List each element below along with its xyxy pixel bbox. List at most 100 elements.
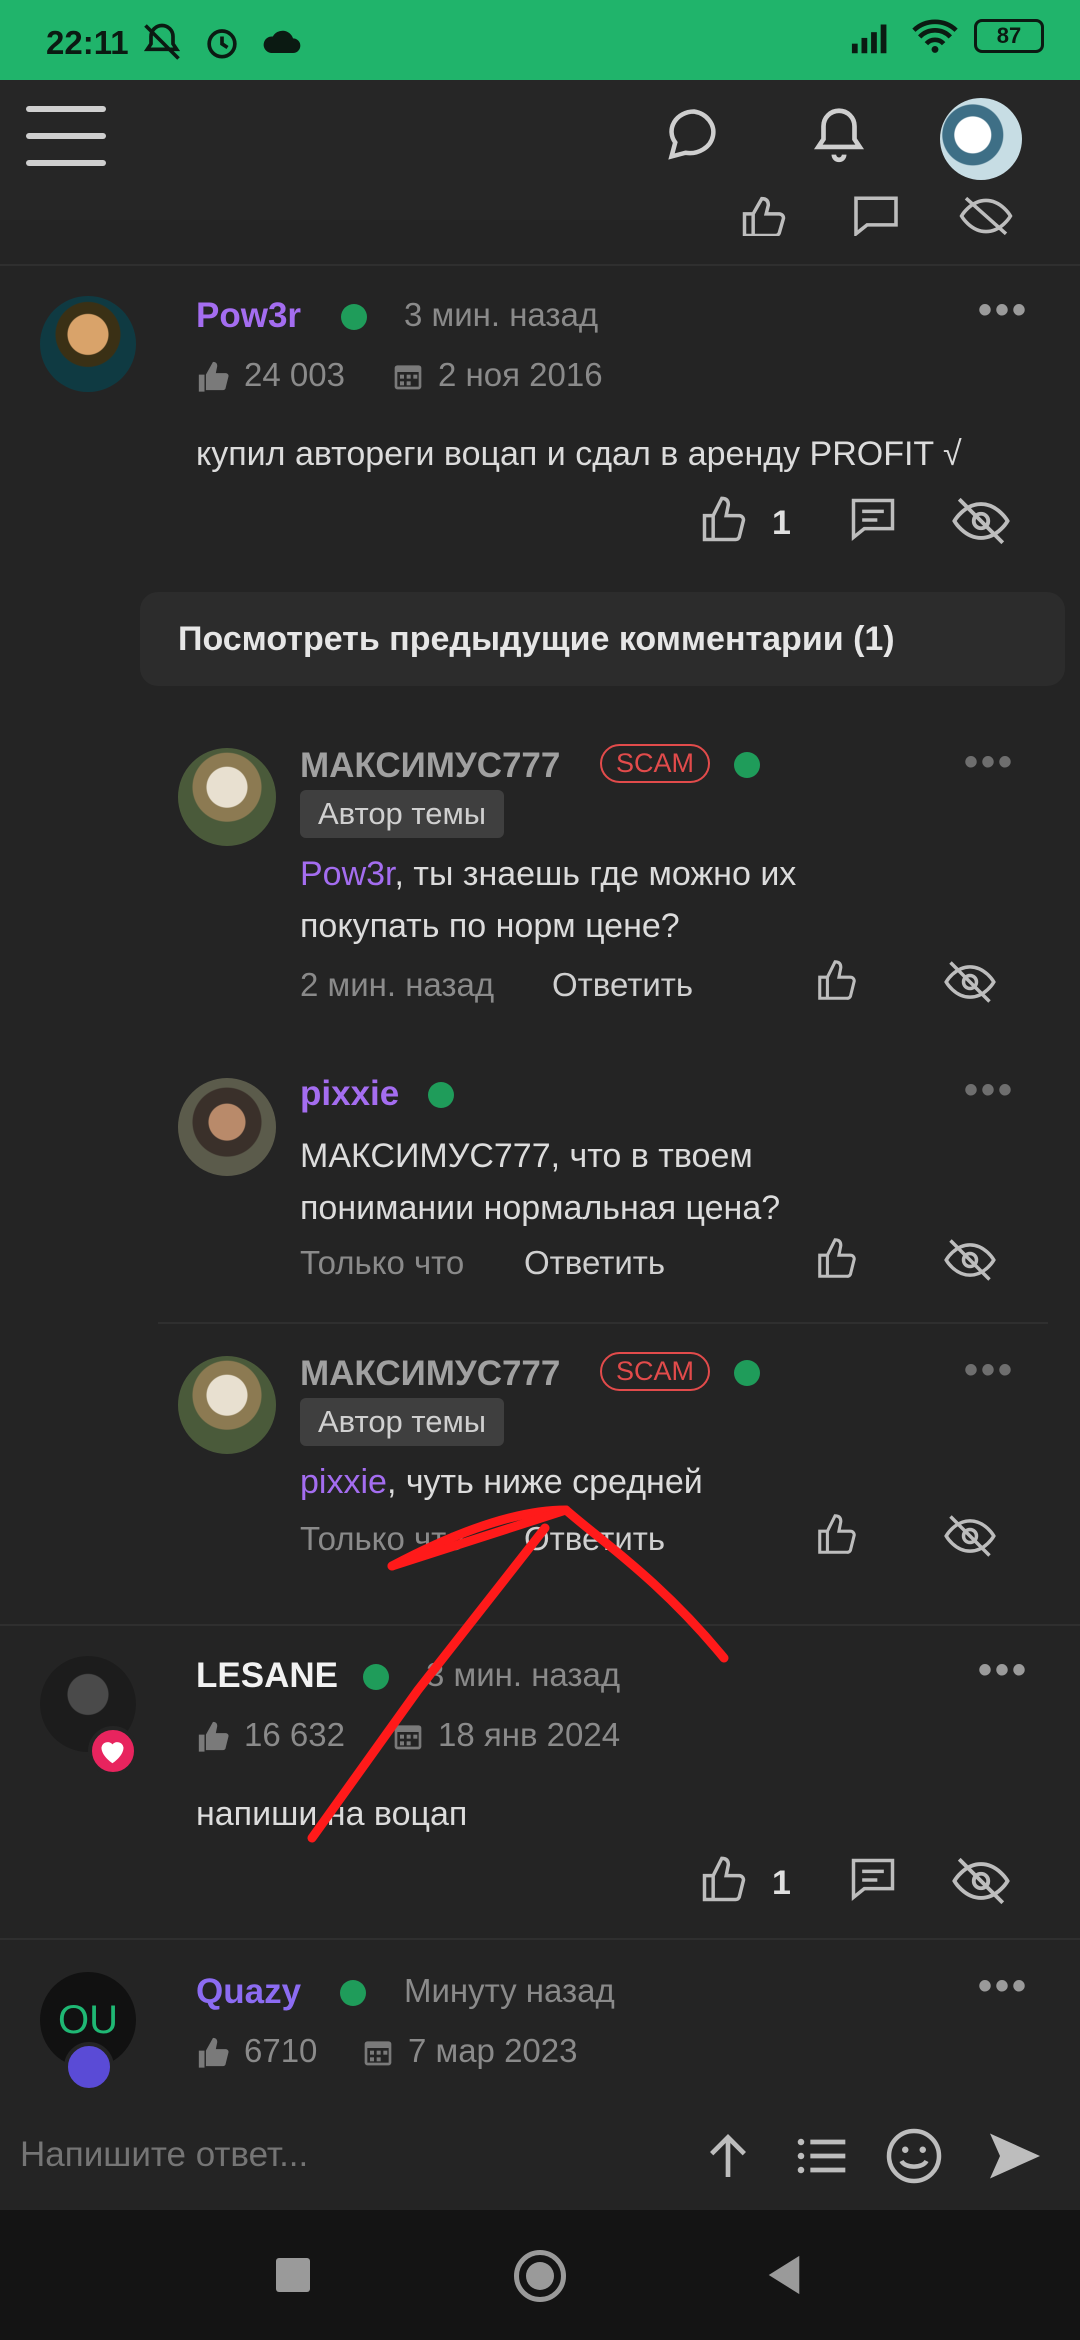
likes-icon	[198, 1721, 229, 1752]
post-time: 3 мин. назад	[426, 1656, 621, 1693]
online-indicator	[341, 304, 367, 330]
comment-icon[interactable]	[846, 494, 900, 546]
recents-button[interactable]	[276, 2258, 310, 2292]
like-icon[interactable]	[814, 1512, 860, 1558]
post: Pow3r 3 мин. назад ••• 24 003 2 ноя 2016…	[0, 266, 1080, 596]
likes-icon	[198, 2037, 229, 2068]
hide-icon[interactable]	[944, 1238, 996, 1282]
bell-icon[interactable]	[808, 102, 870, 166]
user-avatar[interactable]	[178, 748, 276, 846]
hide-icon[interactable]	[944, 960, 996, 1004]
app-bar	[0, 80, 1080, 220]
like-icon[interactable]	[814, 958, 860, 1004]
like-icon[interactable]	[698, 494, 750, 546]
divider	[158, 1322, 1048, 1324]
likes-count: 16 632	[244, 1716, 345, 1753]
more-options-button[interactable]: •••	[978, 1964, 1029, 2009]
cloud-icon	[263, 30, 301, 53]
hide-icon[interactable]	[952, 496, 1010, 546]
post-text: напиши на воцап	[196, 1795, 468, 1833]
post: OU Quazy Минуту назад ••• 6710 7 мар 202…	[0, 1942, 1080, 2100]
like-count: 1	[772, 1864, 791, 1902]
view-previous-comments-button[interactable]: Посмотреть предыдущие комментарии (1)	[140, 592, 1065, 686]
calendar-icon	[364, 2041, 392, 2066]
battery-indicator: 87	[974, 19, 1044, 53]
comment-icon[interactable]	[848, 196, 904, 236]
status-time: 22:11	[46, 24, 129, 61]
ethereum-badge-icon	[64, 2042, 114, 2092]
comment-text: понимании нормальная цена?	[300, 1189, 781, 1227]
arrow-up-icon[interactable]	[700, 2128, 756, 2184]
username[interactable]: Quazy	[196, 1972, 301, 2012]
comment-time: Только что	[300, 1244, 465, 1281]
comment-time: Только что	[300, 1520, 465, 1557]
reply-button[interactable]: Ответить	[524, 1244, 665, 1282]
scam-badge: SCAM	[600, 1352, 711, 1391]
likes-count: 24 003	[244, 356, 345, 393]
like-icon[interactable]	[698, 1854, 750, 1906]
username[interactable]: LESANE	[196, 1656, 338, 1696]
more-options-button[interactable]: •••	[978, 288, 1029, 333]
user-avatar[interactable]	[178, 1356, 276, 1454]
muted-bell-icon	[143, 23, 181, 60]
more-options-button[interactable]: •••	[978, 1648, 1029, 1693]
online-indicator	[340, 1980, 366, 2006]
like-icon[interactable]	[814, 1236, 860, 1282]
reply-input[interactable]	[20, 2120, 660, 2190]
registration-date: 2 ноя 2016	[438, 356, 603, 393]
like-count: 1	[772, 504, 791, 542]
username[interactable]: МАКСИМУС777	[300, 746, 560, 786]
post-time: Минуту назад	[404, 1972, 615, 2009]
online-indicator	[734, 752, 760, 778]
send-icon[interactable]	[984, 2126, 1046, 2186]
comment-text: покупать по норм цене?	[300, 907, 680, 945]
user-avatar[interactable]	[178, 1078, 276, 1176]
username[interactable]: МАКСИМУС777	[300, 1354, 560, 1394]
more-options-button[interactable]: •••	[964, 740, 1015, 785]
like-icon[interactable]	[738, 196, 790, 236]
post-text: купил автореги воцап и сдал в аренду PRO…	[196, 435, 962, 473]
reply-button[interactable]: Ответить	[552, 966, 693, 1004]
post-time: 3 мин. назад	[404, 296, 599, 333]
online-indicator	[734, 1360, 760, 1386]
more-options-button[interactable]: •••	[964, 1068, 1015, 1113]
hide-icon[interactable]	[956, 196, 1016, 236]
system-nav-bar	[0, 2210, 1080, 2340]
username[interactable]: pixxie	[300, 1074, 399, 1114]
user-avatar[interactable]	[40, 296, 136, 392]
mention-link[interactable]: Pow3r	[300, 855, 395, 893]
more-options-button[interactable]: •••	[964, 1348, 1015, 1393]
chat-icon[interactable]	[664, 104, 724, 164]
divider	[0, 1938, 1080, 1940]
likes-count: 6710	[244, 2032, 318, 2069]
heart-badge-icon	[88, 1726, 138, 1776]
scam-badge: SCAM	[600, 744, 711, 783]
online-indicator	[363, 1664, 389, 1690]
profile-avatar[interactable]	[940, 98, 1022, 180]
menu-button[interactable]	[26, 106, 106, 172]
back-button[interactable]	[764, 2254, 804, 2296]
alarm-icon	[207, 29, 237, 59]
topic-author-badge: Автор темы	[300, 790, 505, 838]
reply-bar	[0, 2100, 1080, 2210]
comment-text: , чуть ниже средней	[386, 1463, 703, 1501]
registration-date: 7 мар 2023	[408, 2032, 578, 2069]
post: LESANE 3 мин. назад ••• 16 632 18 янв 20…	[0, 1626, 1080, 1926]
mention-link[interactable]: pixxie	[300, 1463, 387, 1501]
wifi-icon	[912, 19, 958, 53]
comment-icon[interactable]	[846, 1854, 900, 1906]
topic-author-badge: Автор темы	[300, 1398, 505, 1446]
hide-icon[interactable]	[944, 1514, 996, 1558]
list-icon[interactable]	[792, 2128, 852, 2184]
home-button[interactable]	[514, 2250, 566, 2302]
emoji-icon[interactable]	[884, 2126, 944, 2186]
reply-button[interactable]: Ответить	[524, 1520, 665, 1558]
calendar-icon	[394, 365, 422, 390]
avatar-initials: OU	[58, 1997, 118, 2042]
online-indicator	[428, 1082, 454, 1108]
comment-time: 2 мин. назад	[300, 966, 495, 1003]
signal-icon	[851, 24, 887, 54]
hide-icon[interactable]	[952, 1856, 1010, 1906]
likes-icon	[198, 361, 229, 392]
username[interactable]: Pow3r	[196, 296, 301, 336]
